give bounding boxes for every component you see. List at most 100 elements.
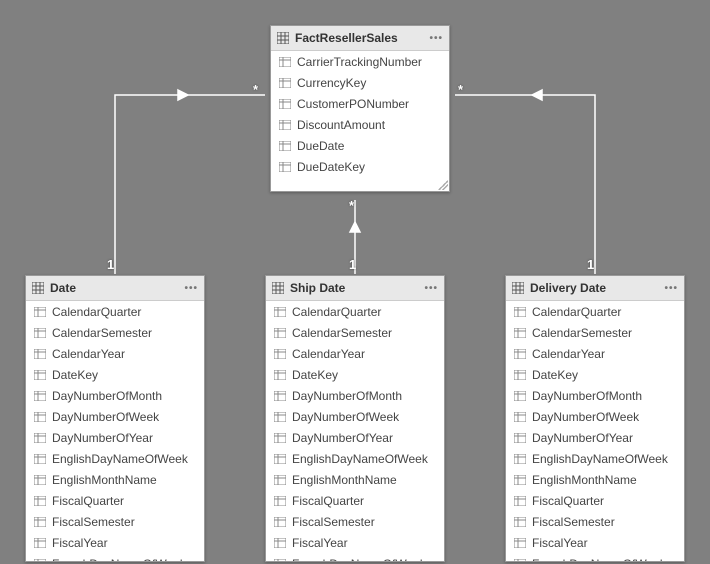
field-item[interactable]: FiscalQuarter	[26, 490, 204, 511]
field-item[interactable]: CalendarYear	[266, 343, 444, 364]
field-item[interactable]: DiscountAmount	[271, 114, 449, 135]
field-label: FiscalSemester	[532, 515, 615, 529]
cardinality-one: 1	[107, 257, 114, 272]
table-fields: CalendarQuarterCalendarSemester CalendarY…	[506, 301, 684, 561]
field-label: CalendarYear	[532, 347, 605, 361]
field-label: FiscalYear	[532, 536, 588, 550]
resize-handle-icon[interactable]	[438, 180, 448, 190]
column-icon	[274, 559, 286, 562]
column-icon	[514, 559, 526, 562]
field-item[interactable]: DayNumberOfYear	[26, 427, 204, 448]
field-item[interactable]: FiscalSemester	[26, 511, 204, 532]
column-icon	[34, 538, 46, 548]
field-item[interactable]: FrenchDayNameOfWeek	[266, 553, 444, 561]
field-label: EnglishMonthName	[52, 473, 157, 487]
field-label: DayNumberOfWeek	[292, 410, 399, 424]
column-icon	[514, 538, 526, 548]
field-item[interactable]: CalendarQuarter	[26, 301, 204, 322]
field-label: DayNumberOfYear	[532, 431, 633, 445]
column-icon	[514, 328, 526, 338]
field-item[interactable]: FiscalQuarter	[266, 490, 444, 511]
field-item[interactable]: DateKey	[506, 364, 684, 385]
field-label: CalendarSemester	[52, 326, 152, 340]
field-item[interactable]: EnglishDayNameOfWeek	[26, 448, 204, 469]
field-label: EnglishDayNameOfWeek	[52, 452, 188, 466]
field-label: EnglishMonthName	[292, 473, 397, 487]
column-icon	[514, 454, 526, 464]
field-item[interactable]: DayNumberOfMonth	[506, 385, 684, 406]
field-label: FiscalQuarter	[52, 494, 124, 508]
field-item[interactable]: FiscalQuarter	[506, 490, 684, 511]
field-item[interactable]: CalendarQuarter	[266, 301, 444, 322]
column-icon	[274, 454, 286, 464]
field-item[interactable]: DayNumberOfWeek	[506, 406, 684, 427]
field-label: CarrierTrackingNumber	[297, 55, 422, 69]
table-menu-icon[interactable]: •••	[429, 33, 443, 44]
field-item[interactable]: EnglishMonthName	[506, 469, 684, 490]
field-item[interactable]: FrenchDayNameOfWeek	[26, 553, 204, 561]
field-item[interactable]: CarrierTrackingNumber	[271, 51, 449, 72]
table-date[interactable]: Date ••• CalendarQuarter CalendarSemester…	[25, 275, 205, 562]
field-item[interactable]: DayNumberOfYear	[266, 427, 444, 448]
field-item[interactable]: DayNumberOfWeek	[266, 406, 444, 427]
field-item[interactable]: DayNumberOfWeek	[26, 406, 204, 427]
field-label: DueDateKey	[297, 160, 365, 174]
field-item[interactable]: CalendarYear	[26, 343, 204, 364]
field-item[interactable]: FiscalYear	[26, 532, 204, 553]
cardinality-many: *	[253, 82, 258, 97]
field-label: DateKey	[52, 368, 98, 382]
field-label: FiscalQuarter	[532, 494, 604, 508]
table-menu-icon[interactable]: •••	[424, 283, 438, 294]
field-item[interactable]: CurrencyKey	[271, 72, 449, 93]
column-icon	[279, 141, 291, 151]
table-factresellersales[interactable]: FactResellerSales ••• CarrierTrackingNum…	[270, 25, 450, 192]
field-label: DayNumberOfYear	[292, 431, 393, 445]
column-icon	[34, 559, 46, 562]
field-item[interactable]: DayNumberOfMonth	[266, 385, 444, 406]
field-item[interactable]: CustomerPONumber	[271, 93, 449, 114]
table-menu-icon[interactable]: •••	[184, 283, 198, 294]
field-item[interactable]: CalendarYear	[506, 343, 684, 364]
field-item[interactable]: FiscalSemester	[266, 511, 444, 532]
field-item[interactable]: CalendarSemester	[506, 322, 684, 343]
table-deliverydate[interactable]: Delivery Date ••• CalendarQuarterCalenda…	[505, 275, 685, 562]
field-item[interactable]: FiscalYear	[266, 532, 444, 553]
table-header[interactable]: FactResellerSales •••	[271, 26, 449, 51]
field-item[interactable]: FiscalSemester	[506, 511, 684, 532]
field-item[interactable]: CalendarQuarter	[506, 301, 684, 322]
table-header[interactable]: Delivery Date •••	[506, 276, 684, 301]
field-label: DueDate	[297, 139, 344, 153]
table-header[interactable]: Ship Date •••	[266, 276, 444, 301]
field-item[interactable]: CalendarSemester	[26, 322, 204, 343]
column-icon	[279, 99, 291, 109]
field-label: DayNumberOfYear	[52, 431, 153, 445]
column-icon	[274, 328, 286, 338]
field-item[interactable]: FrenchDayNameOfWeek	[506, 553, 684, 561]
field-label: FrenchDayNameOfWeek	[532, 557, 666, 562]
table-menu-icon[interactable]: •••	[664, 283, 678, 294]
column-icon	[274, 412, 286, 422]
column-icon	[34, 391, 46, 401]
field-label: CalendarYear	[52, 347, 125, 361]
field-item[interactable]: EnglishMonthName	[266, 469, 444, 490]
field-label: FiscalSemester	[292, 515, 375, 529]
column-icon	[514, 370, 526, 380]
field-item[interactable]: DueDate	[271, 135, 449, 156]
field-item[interactable]: DateKey	[266, 364, 444, 385]
field-label: DayNumberOfMonth	[532, 389, 642, 403]
field-item[interactable]: EnglishDayNameOfWeek	[506, 448, 684, 469]
field-item[interactable]: EnglishDayNameOfWeek	[266, 448, 444, 469]
field-item[interactable]: DayNumberOfMonth	[26, 385, 204, 406]
table-icon	[277, 32, 289, 44]
field-label: DiscountAmount	[297, 118, 385, 132]
table-header[interactable]: Date •••	[26, 276, 204, 301]
field-item[interactable]: DueDateKey	[271, 156, 449, 177]
field-item[interactable]: CalendarSemester	[266, 322, 444, 343]
column-icon	[514, 433, 526, 443]
field-item[interactable]: DayNumberOfYear	[506, 427, 684, 448]
table-title: Delivery Date	[530, 281, 664, 295]
field-item[interactable]: DateKey	[26, 364, 204, 385]
field-item[interactable]: EnglishMonthName	[26, 469, 204, 490]
field-item[interactable]: FiscalYear	[506, 532, 684, 553]
table-shipdate[interactable]: Ship Date ••• CalendarQuarterCalendarSem…	[265, 275, 445, 562]
